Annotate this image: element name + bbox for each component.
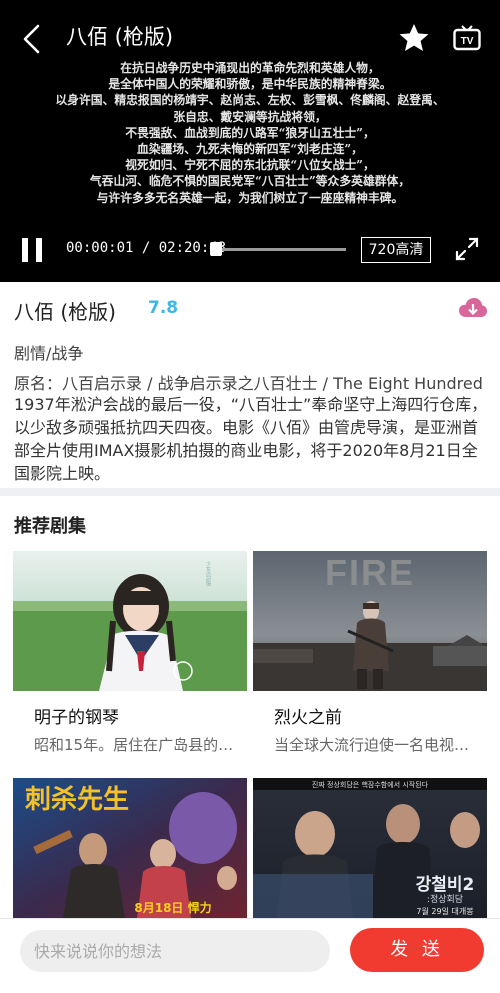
svg-text:少女の記憶: 少女の記憶 [205, 561, 211, 587]
player-controls: 00:00:01 / 02:20:43 720高清 [0, 228, 500, 270]
video-player[interactable]: 八佰 (枪版) TV 在抗日战争历史中涌现出的革命先烈和英雄人物， 是全体中国人… [0, 0, 500, 282]
poster-thumbnail[interactable]: FIRE [253, 551, 487, 691]
pause-icon[interactable] [22, 238, 44, 262]
card-title: 烈火之前 [274, 708, 342, 728]
quality-button[interactable]: 720高清 [361, 237, 431, 263]
poster-text: 7월 29일 대개봉 [416, 906, 473, 916]
poster-text: :정상회담 [427, 893, 463, 905]
poster-text: 강철비2 [416, 875, 475, 895]
progress-handle[interactable] [210, 242, 222, 256]
subtitle-line: 气吞山河、临危不惧的国民党军“八百壮士”等众多英雄群体， [89, 174, 411, 189]
subtitle-line: 张自忠、戴安澜等抗战将领， [173, 109, 327, 124]
poster-thumbnail[interactable]: 진짜 정상회담은 핵잠수함에서 시작된다 강철비2 :정상회담 7월 29일 대… [253, 778, 487, 918]
subtitle-line: 与许许多多无名英雄一起，为我们树立了一座座精神丰碑。 [96, 190, 404, 205]
back-arrow-icon[interactable] [18, 22, 48, 56]
original-name: 原名：八百启示录 / 战争启示录之八百壮士 / The Eight Hundre… [14, 374, 483, 393]
subtitle-line: 血染疆场、九死未悔的新四军“刘老庄连”， [137, 142, 363, 157]
video-subtitles: 在抗日战争历史中涌现出的革命先烈和英雄人物， 是全体中国人的荣耀和骄傲，是中华民… [40, 60, 460, 206]
subtitle-line: 以身许国、精忠报国的杨靖宇、赵尚志、左权、彭雪枫、佟麟阁、赵登禹、 [55, 93, 445, 108]
genre-label: 剧情/战争 [14, 344, 84, 363]
fullscreen-icon[interactable] [455, 237, 479, 261]
recommendation-card[interactable]: FIRE 烈火之前 当全球大流行迫使一名电视记者… [253, 551, 487, 755]
subtitle-line: 在抗日战争历史中涌现出的革命先烈和英雄人物， [120, 61, 380, 75]
movie-title: 八佰 (枪版) [14, 300, 116, 324]
subtitle-line: 视死如归、宁死不屈的东北抗联“八位女战士”， [125, 158, 375, 173]
poster-thumbnail[interactable]: 刺杀先生 8月18日 悍力 [13, 778, 247, 918]
card-description: 昭和15年。居住在广岛县的少女明子… [34, 736, 244, 754]
svg-text:TV: TV [461, 36, 474, 47]
subtitle-line: 不畏强敌、血战到底的八路军“狼牙山五壮士”， [125, 125, 375, 140]
poster-thumbnail[interactable]: 少女の記憶 [13, 551, 247, 691]
playback-time: 00:00:01 / 02:20:43 [66, 240, 227, 256]
recommendations-heading: 推荐剧集 [14, 516, 86, 537]
recommendation-card[interactable]: 少女の記憶 明子的钢琴 昭和15年。居住在广岛县的少女明子… [13, 551, 247, 755]
cloud-download-icon[interactable] [458, 296, 488, 320]
card-description: 当全球大流行迫使一名电视记者… [274, 736, 484, 754]
rating-score: 7.8 [148, 298, 179, 318]
movie-info: 八佰 (枪版) 7.8 剧情/战争 原名：八百启示录 / 战争启示录之八百壮士 … [0, 282, 500, 488]
poster-text: FIRE [325, 552, 415, 593]
comment-input[interactable] [20, 930, 330, 972]
svg-text:진짜 정상회담은 핵잠수함에서 시작된다: 진짜 정상회담은 핵잠수함에서 시작된다 [312, 780, 429, 789]
star-icon[interactable] [398, 22, 430, 54]
recommendation-card[interactable]: 刺杀先生 8月18日 悍力 [13, 778, 247, 930]
poster-text: 刺杀先生 [25, 784, 129, 815]
poster-text: 8月18日 悍力 [134, 900, 211, 915]
synopsis: 1937年淞沪会战的最后一役，“八百壮士”奉命坚守上海四行仓库，以少敌多顽强抵抗… [14, 395, 488, 483]
progress-bar[interactable] [214, 248, 346, 251]
comment-bar: 发 送 [0, 918, 500, 993]
tv-icon[interactable]: TV [453, 25, 481, 51]
section-divider [0, 488, 500, 496]
video-title: 八佰 (枪版) [66, 25, 174, 49]
recommendation-card[interactable]: 진짜 정상회담은 핵잠수함에서 시작된다 강철비2 :정상회담 7월 29일 대… [253, 778, 487, 930]
subtitle-line: 是全体中国人的荣耀和骄傲，是中华民族的精神脊梁。 [108, 77, 392, 92]
send-button[interactable]: 发 送 [350, 928, 484, 972]
card-title: 明子的钢琴 [34, 708, 119, 728]
